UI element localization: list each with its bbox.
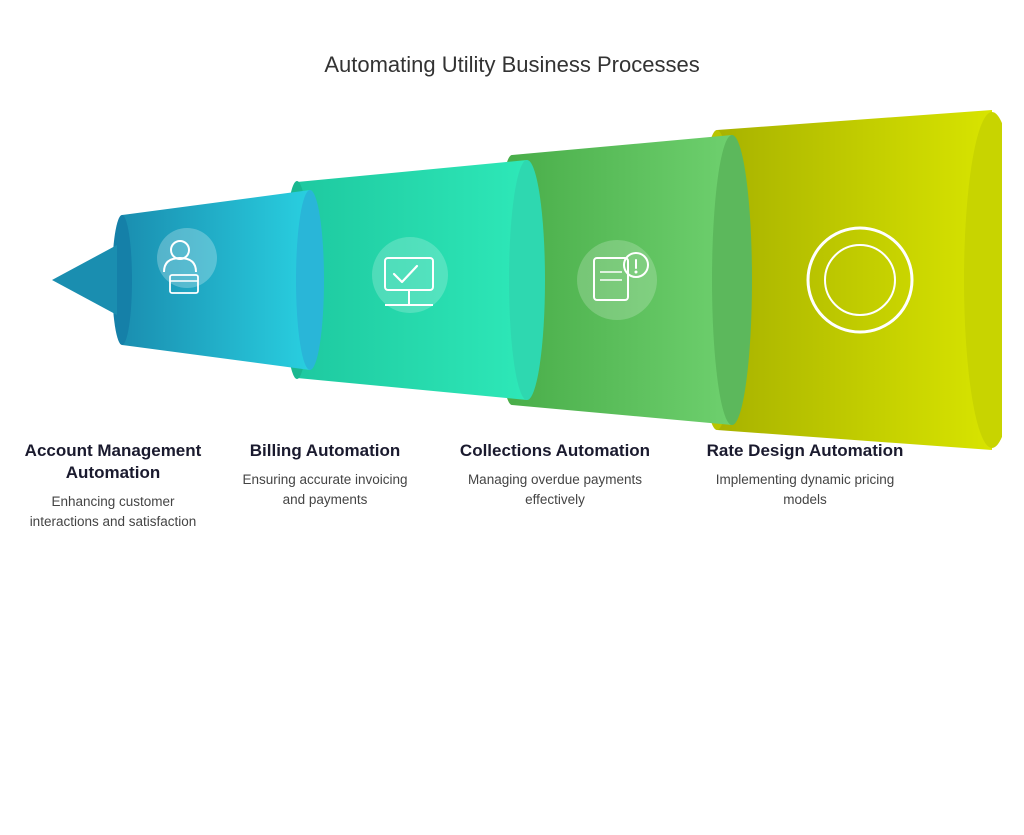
rate-label-block: Rate Design Automation Implementing dyna… bbox=[700, 440, 910, 511]
funnel-svg bbox=[22, 110, 1002, 450]
rate-segment bbox=[717, 110, 992, 450]
billing-desc: Ensuring accurate invoicing and payments bbox=[230, 470, 420, 511]
billing-title: Billing Automation bbox=[230, 440, 420, 462]
page-title: Automating Utility Business Processes bbox=[0, 52, 1024, 78]
account-desc: Enhancing customer interactions and sati… bbox=[18, 492, 208, 533]
account-segment bbox=[122, 190, 310, 370]
diagram-area: Account Management Automation Enhancing … bbox=[0, 110, 1024, 630]
coll-right-cap bbox=[712, 135, 752, 425]
collections-title: Collections Automation bbox=[450, 440, 660, 462]
account-label-block: Account Management Automation Enhancing … bbox=[18, 440, 208, 533]
arrow-pointer bbox=[52, 245, 117, 315]
page-container: Automating Utility Business Processes bbox=[0, 0, 1024, 835]
exclamation-dot bbox=[635, 271, 638, 274]
rate-title: Rate Design Automation bbox=[700, 440, 910, 462]
billing-label-block: Billing Automation Ensuring accurate inv… bbox=[230, 440, 420, 511]
billing-right-cap bbox=[509, 160, 545, 400]
account-title: Account Management Automation bbox=[18, 440, 208, 484]
collections-label-block: Collections Automation Managing overdue … bbox=[450, 440, 660, 511]
collections-desc: Managing overdue payments effectively bbox=[450, 470, 660, 511]
account-right-cap bbox=[296, 190, 324, 370]
rate-desc: Implementing dynamic pricing models bbox=[700, 470, 910, 511]
